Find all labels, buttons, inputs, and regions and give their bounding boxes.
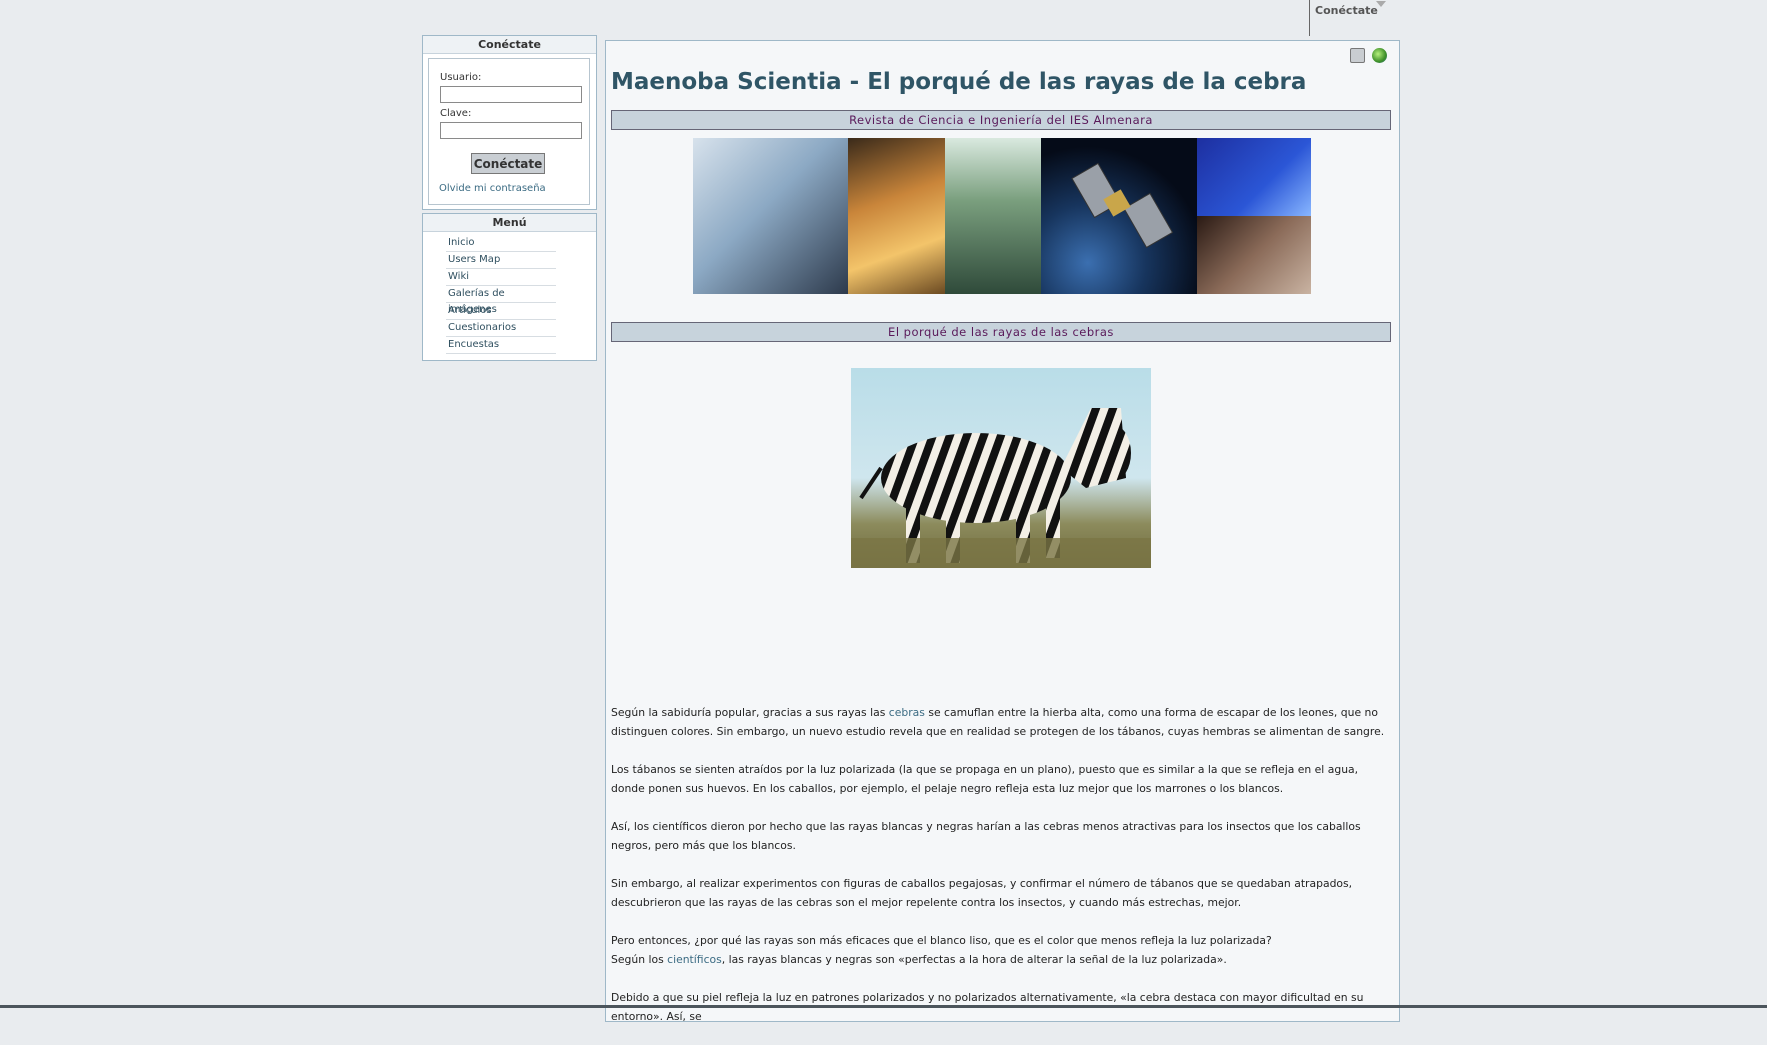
password-input[interactable]	[440, 122, 582, 139]
top-login-dropdown[interactable]: Conéctate	[1309, 0, 1395, 36]
menu-item-galerias[interactable]: Galerías de imágenes	[446, 286, 556, 315]
menu-module-title: Menú	[423, 214, 596, 232]
menu-item-wiki[interactable]: Wiki	[446, 269, 556, 286]
menu-item-inicio[interactable]: Inicio	[446, 235, 556, 252]
username-input[interactable]	[440, 86, 582, 103]
banner-image	[693, 138, 1311, 294]
print-icon[interactable]	[1349, 48, 1365, 63]
paragraph: Los tábanos se sienten atraídos por la l…	[611, 763, 1359, 795]
main-content: Maenoba Scientia - El porqué de las raya…	[605, 40, 1400, 1023]
login-form: Usuario: Clave: Conéctate Olvide mi cont…	[428, 58, 590, 205]
login-module: Conéctate Usuario: Clave: Conéctate Olvi…	[422, 35, 597, 210]
menu-module: Menú Inicio Users Map Wiki Galerías de i…	[422, 213, 597, 361]
menu-list: Inicio Users Map Wiki Galerías de imágen…	[446, 235, 556, 354]
page-title: Maenoba Scientia - El porqué de las raya…	[611, 69, 1307, 95]
paragraph: Sin embargo, al realizar experimentos co…	[611, 877, 1353, 909]
link-cebras[interactable]: cebras	[889, 706, 925, 719]
article-band: El porqué de las rayas de las cebras	[611, 322, 1391, 342]
link-cientificos[interactable]: científicos	[667, 953, 722, 966]
username-label: Usuario:	[440, 72, 482, 83]
magazine-band: Revista de Ciencia e Ingeniería del IES …	[611, 110, 1391, 130]
menu-item-encuestas[interactable]: Encuestas	[446, 337, 556, 354]
login-button[interactable]: Conéctate	[471, 153, 545, 174]
paragraph: Según la sabiduría popular, gracias a su…	[611, 706, 1385, 738]
login-module-title: Conéctate	[423, 36, 596, 54]
globe-icon[interactable]	[1372, 48, 1387, 63]
zebra-image	[851, 368, 1151, 568]
top-login-label[interactable]: Conéctate	[1315, 4, 1378, 17]
password-label: Clave:	[440, 108, 472, 119]
chevron-down-icon[interactable]	[1376, 1, 1386, 7]
forgot-password-link[interactable]: Olvide mi contraseña	[439, 183, 546, 194]
paragraph: Así, los científicos dieron por hecho qu…	[611, 820, 1361, 852]
menu-item-articulos[interactable]: Artículos	[446, 303, 556, 320]
article-icons	[1348, 48, 1387, 67]
menu-item-users-map[interactable]: Users Map	[446, 252, 556, 269]
menu-item-cuestionarios[interactable]: Cuestionarios	[446, 320, 556, 337]
article-body: Según la sabiduría popular, gracias a su…	[611, 703, 1391, 1045]
paragraph: Pero entonces, ¿por qué las rayas son má…	[611, 934, 1272, 966]
